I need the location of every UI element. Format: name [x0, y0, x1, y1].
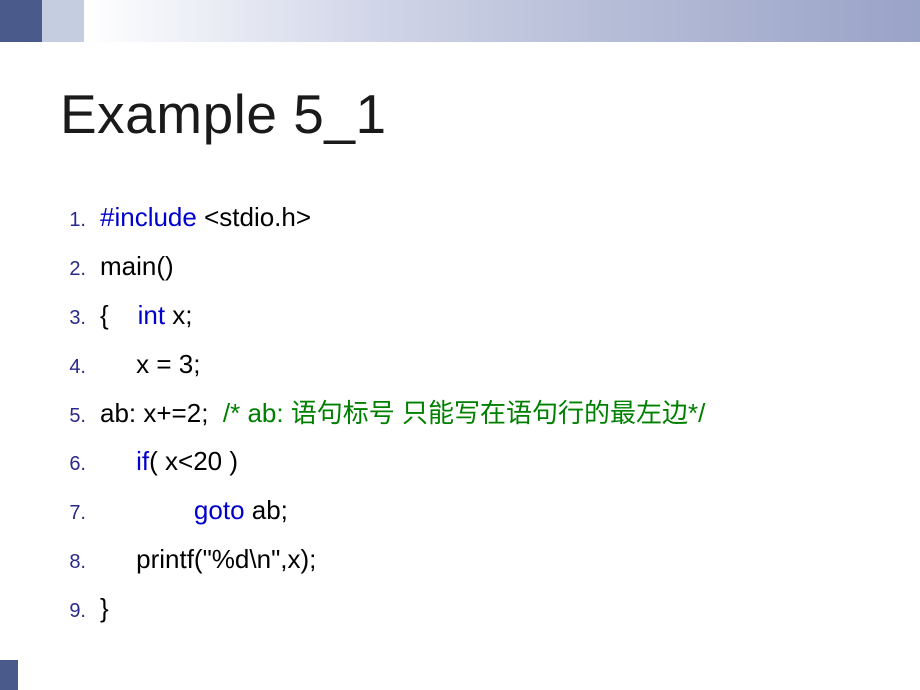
line-number: 4.: [50, 351, 86, 384]
code-line: 6. if( x<20 ): [50, 440, 920, 483]
code-content: { int x;: [100, 294, 193, 337]
code-line: 4. x = 3;: [50, 343, 920, 386]
code-content: ab: x+=2; /* ab: 语句标号 只能写在语句行的最左边*/: [100, 392, 705, 435]
line-number: 3.: [50, 302, 86, 335]
keyword-goto: goto: [194, 495, 245, 525]
line-number: 7.: [50, 497, 86, 530]
code-content: main(): [100, 245, 174, 288]
code-line: 5. ab: x+=2; /* ab: 语句标号 只能写在语句行的最左边*/: [50, 392, 920, 435]
line-number: 1.: [50, 204, 86, 237]
line-number: 8.: [50, 546, 86, 579]
code-line: 3. { int x;: [50, 294, 920, 337]
code-line: 2. main(): [50, 245, 920, 288]
line-number: 2.: [50, 253, 86, 286]
code-content: if( x<20 ): [100, 440, 238, 483]
comment-text: /* ab: 语句标号 只能写在语句行的最左边*/: [223, 398, 706, 428]
code-content: goto ab;: [100, 489, 288, 532]
line-number: 6.: [50, 448, 86, 481]
keyword-int: int: [138, 300, 165, 330]
line-number: 9.: [50, 595, 86, 628]
decorative-top-bar: [0, 0, 920, 42]
code-line: 9. }: [50, 587, 920, 630]
bottom-accent: [0, 660, 18, 690]
code-content: printf("%d\n",x);: [100, 538, 316, 581]
accent-square-dark: [0, 0, 42, 42]
code-content: x = 3;: [100, 343, 200, 386]
code-line: 7. goto ab;: [50, 489, 920, 532]
keyword-if: if: [136, 446, 149, 476]
line-number: 5.: [50, 400, 86, 433]
code-content: }: [100, 587, 109, 630]
code-content: #include <stdio.h>: [100, 196, 311, 239]
accent-square-light: [42, 0, 84, 42]
code-listing: 1. #include <stdio.h> 2. main() 3. { int…: [50, 196, 920, 630]
code-line: 1. #include <stdio.h>: [50, 196, 920, 239]
keyword-include: #include: [100, 202, 197, 232]
gradient-bar: [84, 0, 920, 42]
code-line: 8. printf("%d\n",x);: [50, 538, 920, 581]
slide-title: Example 5_1: [60, 82, 920, 146]
